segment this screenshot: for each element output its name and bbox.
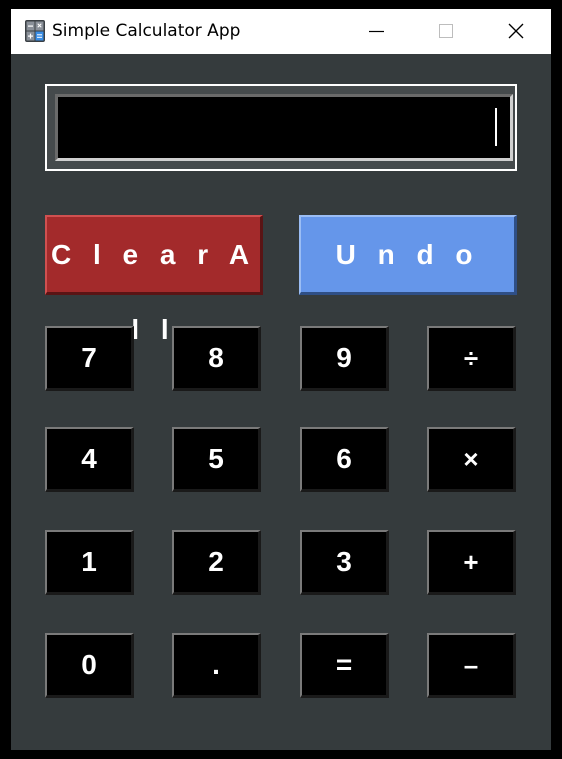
multiply-key[interactable]: ×: [427, 427, 516, 492]
decimal-key[interactable]: .: [172, 633, 261, 698]
maximize-icon: [439, 24, 453, 38]
key-3[interactable]: 3: [300, 530, 389, 595]
display-input[interactable]: [55, 94, 513, 161]
key-1[interactable]: 1: [45, 530, 134, 595]
subtract-key[interactable]: –: [427, 633, 516, 698]
key-6[interactable]: 6: [300, 427, 389, 492]
key-9[interactable]: 9: [300, 326, 389, 391]
calculator-window: Simple Calculator App C l e a r A l l U …: [11, 9, 551, 750]
clear-all-button[interactable]: C l e a r A l l: [45, 215, 263, 345]
key-2[interactable]: 2: [172, 530, 261, 595]
key-0[interactable]: 0: [45, 633, 134, 698]
equals-key[interactable]: =: [300, 633, 389, 698]
minimize-icon: [369, 30, 384, 33]
title-bar[interactable]: Simple Calculator App: [11, 9, 551, 54]
minimize-button[interactable]: [353, 9, 399, 54]
close-icon: [508, 23, 524, 39]
key-5[interactable]: 5: [172, 427, 261, 492]
key-7[interactable]: 7: [45, 326, 134, 391]
undo-button[interactable]: U n d o: [299, 215, 517, 295]
close-button[interactable]: [493, 9, 539, 54]
text-cursor: [495, 108, 497, 146]
window-title: Simple Calculator App: [52, 21, 241, 41]
divide-key[interactable]: ÷: [427, 326, 516, 391]
maximize-button[interactable]: [422, 9, 468, 54]
display-frame: [45, 84, 517, 171]
key-4[interactable]: 4: [45, 427, 134, 492]
add-key[interactable]: +: [427, 530, 516, 595]
calculator-icon: [25, 20, 45, 42]
key-8[interactable]: 8: [172, 326, 261, 391]
